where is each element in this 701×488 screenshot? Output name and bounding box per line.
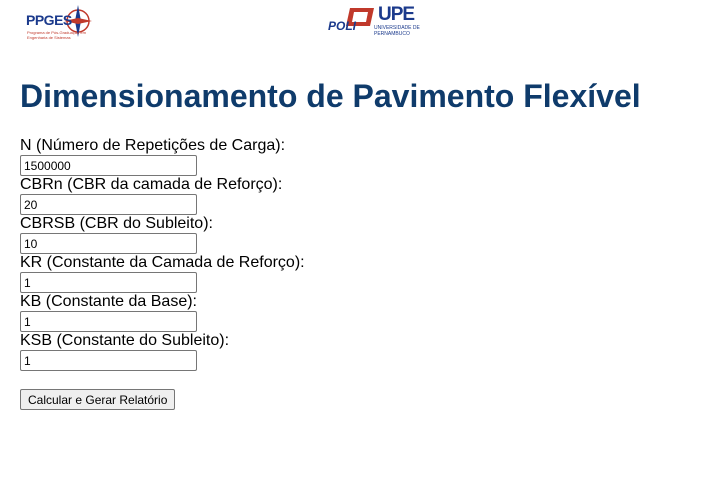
- header-logos: PPGES Programa de Pós-Graduação em Engen…: [0, 0, 701, 50]
- field-kr: KR (Constante da Camada de Reforço):: [20, 254, 305, 293]
- field-cbrn: CBRn (CBR da camada de Reforço):: [20, 176, 305, 215]
- ppges-logo-subtitle: Programa de Pós-Graduação em Engenharia …: [27, 30, 86, 40]
- field-kb-input[interactable]: [20, 311, 197, 332]
- field-cbrn-input[interactable]: [20, 194, 197, 215]
- poli-upe-logo: POLI UPE UNIVERSIDADE DE PERNAMBUCO: [328, 4, 428, 42]
- calculate-report-button[interactable]: Calcular e Gerar Relatório: [20, 389, 176, 410]
- field-ksb: KSB (Constante do Subleito):: [20, 332, 305, 371]
- ppges-logo-text: PPGES: [26, 12, 72, 28]
- field-n-input[interactable]: [20, 155, 197, 176]
- page-title: Dimensionamento de Pavimento Flexível: [20, 78, 641, 114]
- field-cbrsb-label: CBRSB (CBR do Subleito):: [20, 215, 213, 232]
- field-n: N (Número de Repetições de Carga):: [20, 137, 305, 176]
- field-cbrsb-input[interactable]: [20, 233, 197, 254]
- field-n-label: N (Número de Repetições de Carga):: [20, 137, 286, 154]
- upe-logo-text: UPE: [378, 4, 415, 25]
- field-ksb-label: KSB (Constante do Subleito):: [20, 332, 230, 349]
- university-name: UNIVERSIDADE DE PERNAMBUCO: [374, 25, 420, 37]
- ppges-logo: PPGES Programa de Pós-Graduação em Engen…: [26, 3, 96, 45]
- field-cbrn-label: CBRn (CBR da camada de Reforço):: [20, 176, 283, 193]
- pavement-form: N (Número de Repetições de Carga): CBRn …: [20, 137, 305, 371]
- field-kr-input[interactable]: [20, 272, 197, 293]
- field-kb-label: KB (Constante da Base):: [20, 293, 197, 310]
- field-ksb-input[interactable]: [20, 350, 197, 371]
- poli-logo-text: POLI: [328, 19, 357, 33]
- field-kr-label: KR (Constante da Camada de Reforço):: [20, 254, 305, 271]
- field-cbrsb: CBRSB (CBR do Subleito):: [20, 215, 305, 254]
- field-kb: KB (Constante da Base):: [20, 293, 305, 332]
